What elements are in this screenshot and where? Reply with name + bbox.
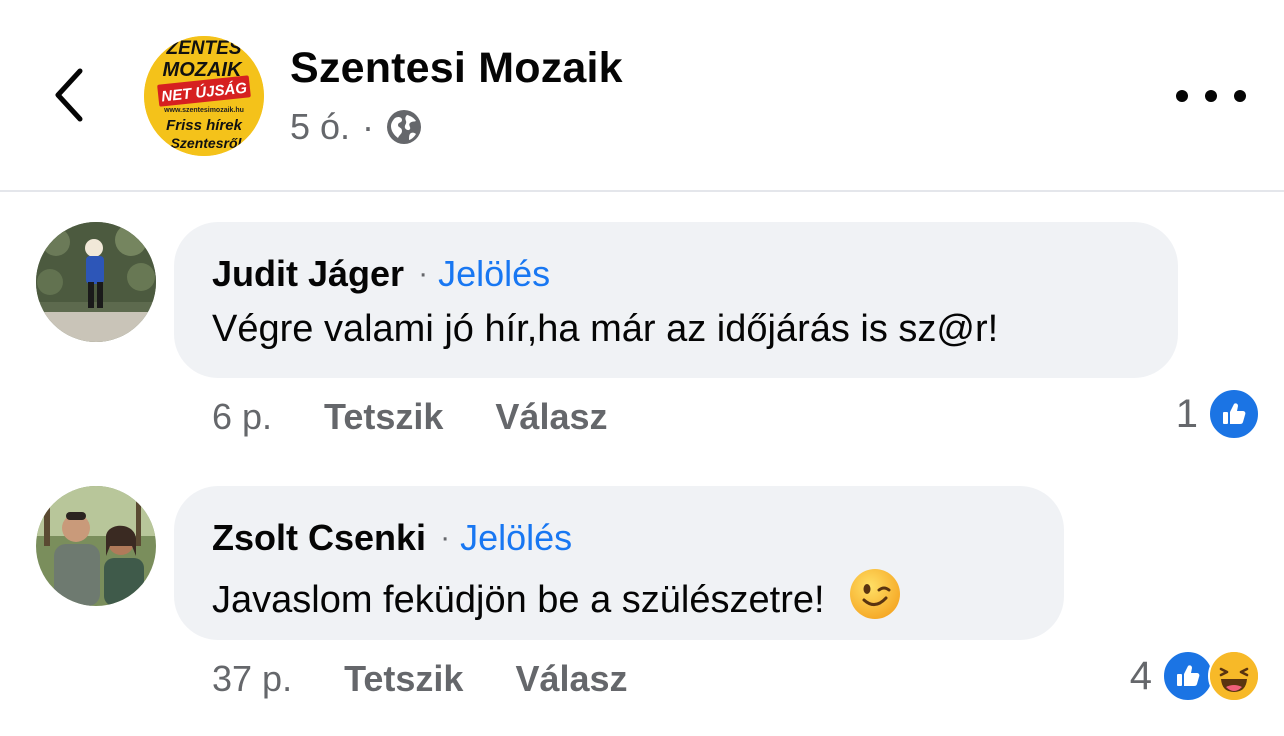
page-avatar[interactable]: ZENTES MOZAIK NET ÚJSÁG www.szentesimoza… (144, 36, 264, 156)
author-separator: · (440, 521, 451, 554)
winking-face-emoji (850, 569, 901, 619)
reaction-count: 1 (1175, 391, 1198, 436)
like-icon (1162, 650, 1214, 702)
comment-text: Végre valami jó hír,ha már az időjárás i… (212, 308, 999, 350)
page-logo: ZENTES MOZAIK NET ÚJSÁG www.szentesimoza… (144, 36, 264, 156)
post-time[interactable]: 5 ó. (290, 106, 350, 148)
comment-author[interactable]: Judit Jáger (212, 252, 404, 296)
comment-time[interactable]: 6 p. (212, 396, 272, 438)
commenter-avatar[interactable] (36, 486, 156, 606)
reply-button[interactable]: Válasz (495, 396, 607, 438)
commenter-avatar[interactable] (36, 222, 156, 342)
profile-photo (36, 486, 156, 606)
reaction-summary[interactable]: 1 (1176, 388, 1260, 440)
like-icon (1208, 388, 1260, 440)
post-meta: 5 ó. · (290, 106, 422, 148)
reply-button[interactable]: Válasz (515, 658, 627, 700)
svg-text:Friss hírek: Friss hírek (166, 117, 243, 134)
svg-text:www.szentesimozaik.hu: www.szentesimozaik.hu (163, 107, 244, 114)
svg-text:ZENTES: ZENTES (166, 38, 242, 59)
back-button[interactable] (40, 62, 100, 128)
globe-icon (387, 110, 422, 144)
comment-author-line: Zsolt Csenki · Jelölés (212, 516, 1026, 560)
comment-actions: 6 p. Tetszik Válasz (212, 396, 660, 438)
tag-label[interactable]: Jelölés (438, 252, 550, 296)
meta-separator: · (362, 106, 375, 147)
more-dot (1176, 90, 1188, 102)
comment-bubble: Judit Jáger · Jelölés Végre valami jó hí… (174, 222, 1178, 378)
svg-text:Szentesről: Szentesről (171, 135, 243, 151)
like-button[interactable]: Tetszik (324, 396, 443, 438)
author-separator: · (418, 257, 429, 290)
more-options-button[interactable] (1176, 76, 1246, 116)
haha-icon (1208, 650, 1260, 702)
more-dot (1234, 90, 1246, 102)
like-button[interactable]: Tetszik (344, 658, 463, 700)
page-name[interactable]: Szentesi Mozaik (290, 44, 623, 93)
comment-author[interactable]: Zsolt Csenki (212, 516, 426, 560)
profile-photo (36, 222, 156, 342)
reaction-count: 4 (1129, 653, 1152, 698)
comment-actions: 37 p. Tetszik Válasz (212, 658, 680, 700)
comment-time[interactable]: 37 p. (212, 658, 292, 700)
more-dot (1205, 90, 1217, 102)
chevron-left-icon (55, 68, 83, 122)
post-header: ZENTES MOZAIK NET ÚJSÁG www.szentesimoza… (0, 0, 1284, 192)
reaction-summary[interactable]: 4 (1130, 650, 1260, 702)
comment-author-line: Judit Jáger · Jelölés (212, 252, 1140, 296)
tag-label[interactable]: Jelölés (460, 516, 572, 560)
comment-text: Javaslom feküdjön be a szülészetre! (212, 579, 825, 621)
comment-text-line: Javaslom feküdjön be a szülészetre! (212, 568, 1026, 625)
comment-bubble: Zsolt Csenki · Jelölés Javaslom feküdjön… (174, 486, 1064, 640)
